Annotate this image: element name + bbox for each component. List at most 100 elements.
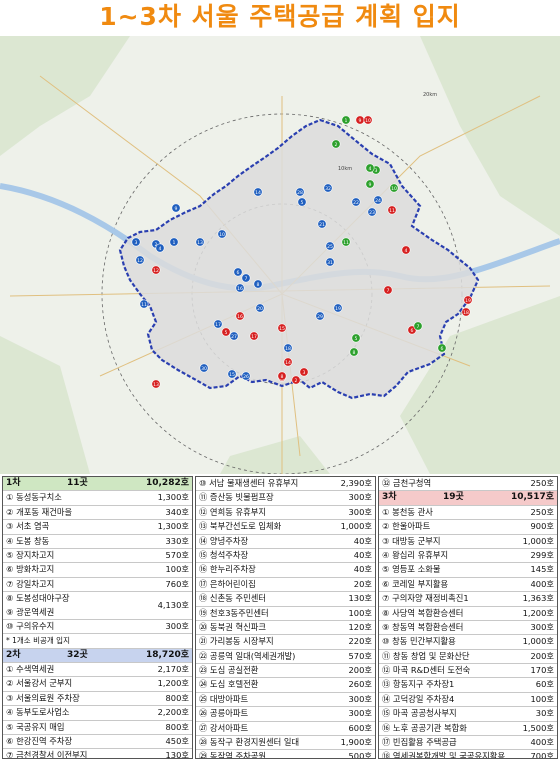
marker-label: 11 <box>343 240 349 246</box>
map-marker[interactable]: 2 <box>291 375 301 385</box>
scale-label-outer: 20km <box>423 92 437 98</box>
marker-label: 26 <box>243 374 249 380</box>
map-marker[interactable]: 19 <box>333 303 343 313</box>
map-marker[interactable]: 12 <box>151 265 161 275</box>
map-marker[interactable]: 22 <box>351 197 361 207</box>
map-marker[interactable]: 21 <box>317 219 327 229</box>
map-marker[interactable]: 13 <box>151 379 161 389</box>
map-marker[interactable]: 3 <box>299 367 309 377</box>
map-marker[interactable]: 10 <box>217 229 227 239</box>
marker-label: 8 <box>257 282 260 288</box>
marker-label: 11 <box>389 208 395 214</box>
marker-label: 11 <box>141 302 147 308</box>
map-marker[interactable]: 15 <box>227 369 237 379</box>
map-marker[interactable]: 1 <box>169 237 179 247</box>
map-marker[interactable]: 31 <box>325 257 335 267</box>
map-marker[interactable]: 4 <box>155 243 165 253</box>
map-marker[interactable]: 11 <box>139 299 149 309</box>
map-marker[interactable]: 4 <box>401 245 411 255</box>
map-marker[interactable]: 15 <box>277 323 287 333</box>
map-marker[interactable]: 9 <box>355 115 365 125</box>
map-marker[interactable]: 6 <box>437 343 447 353</box>
map-marker[interactable]: 19 <box>463 295 473 305</box>
map-marker[interactable]: 10 <box>389 183 399 193</box>
map-marker[interactable]: 10 <box>363 115 373 125</box>
map-marker[interactable]: 11 <box>387 205 397 215</box>
map-marker[interactable]: 25 <box>325 241 335 251</box>
marker-label: 31 <box>327 260 333 266</box>
phase3-name: 3차 <box>382 492 397 503</box>
item-value: 900호 <box>530 521 554 532</box>
item-label: ⑤ 영등포 소화물 <box>382 564 441 575</box>
list-item: ⑯ 노후 공공기관 복합화 1,500호 <box>379 722 557 737</box>
item-value: 1,000호 <box>522 636 554 647</box>
map-marker[interactable]: 12 <box>135 255 145 265</box>
marker-label: 9 <box>175 206 178 212</box>
marker-label: 18 <box>285 346 291 352</box>
map-marker[interactable]: 8 <box>253 279 263 289</box>
map-marker[interactable]: 27 <box>229 331 239 341</box>
map-marker[interactable]: 5 <box>221 327 231 337</box>
map-marker[interactable]: 28 <box>295 187 305 197</box>
marker-label: 15 <box>229 372 235 378</box>
map-marker[interactable]: 9 <box>365 179 375 189</box>
list-item: ⑰ 은하어린이집 20호 <box>196 578 375 593</box>
map-marker[interactable]: 3 <box>131 237 141 247</box>
map-marker[interactable]: 5 <box>297 197 307 207</box>
item-label: ⑥ 방화차고지 <box>6 564 55 575</box>
map-marker[interactable]: 16 <box>235 283 245 293</box>
map-marker[interactable]: 32 <box>323 183 333 193</box>
map-marker[interactable]: 23 <box>367 207 377 217</box>
marker-label: 24 <box>375 198 381 204</box>
item-value: 1,000호 <box>522 535 554 546</box>
map-marker[interactable]: 9 <box>171 203 181 213</box>
map-marker[interactable]: 2 <box>331 139 341 149</box>
map-marker[interactable]: 17 <box>249 331 259 341</box>
map-marker[interactable]: 24 <box>373 195 383 205</box>
seoul-map[interactable]: 1234567891011121314151617181912345678910… <box>0 36 560 474</box>
map-marker[interactable]: 1 <box>341 115 351 125</box>
table-phase2-cont: ⑩ 서남 물재생센터 유휴부지 2,390호 ⑪ 증산동 빗물펌프장 300호 ⑫ 연희… <box>195 476 376 759</box>
item-label: ㉖ 공릉아파트 <box>199 708 249 719</box>
map-marker[interactable]: 8 <box>277 371 287 381</box>
item-value: 500호 <box>348 751 372 759</box>
list-item: ① 수색역세권 2,170호 <box>3 663 192 678</box>
map-marker[interactable]: 16 <box>235 311 245 321</box>
map-marker[interactable]: 8 <box>349 347 359 357</box>
map-marker[interactable]: 7 <box>413 321 423 331</box>
item-value: 300호 <box>165 620 189 631</box>
item-label: ⑱ 신촌동 주민센터 <box>199 593 267 604</box>
map-marker[interactable]: 17 <box>213 319 223 329</box>
map-marker[interactable]: 4 <box>365 163 375 173</box>
list-item: ⑦ 금천경찰서 이전부지 130호 <box>3 749 192 758</box>
item-value: 600호 <box>348 722 372 733</box>
item-label: ④ 도봉 창동 <box>6 535 50 546</box>
map-marker[interactable]: 18 <box>283 343 293 353</box>
item-value: 145호 <box>530 564 554 575</box>
map-marker[interactable]: 18 <box>461 307 471 317</box>
map-marker[interactable]: 14 <box>283 357 293 367</box>
map-marker[interactable]: 11 <box>341 237 351 247</box>
item-value: 40호 <box>353 535 372 546</box>
marker-label: 16 <box>237 314 243 320</box>
map-marker[interactable]: 13 <box>195 237 205 247</box>
map-marker[interactable]: 26 <box>241 371 251 381</box>
marker-label: 8 <box>353 350 356 356</box>
map-marker[interactable]: 7 <box>241 273 251 283</box>
map-marker[interactable]: 30 <box>199 363 209 373</box>
item-label: ⑰ 빈집활용 주택공급 <box>382 737 457 748</box>
item-value: 570호 <box>348 650 372 661</box>
list-item: ㉘ 동작구 환경지원센터 일대 1,900호 <box>196 736 375 751</box>
marker-label: 13 <box>153 382 159 388</box>
map-marker[interactable]: 20 <box>255 303 265 313</box>
item-value: 2,390호 <box>340 478 372 488</box>
map-marker[interactable]: 7 <box>383 285 393 295</box>
map-marker[interactable]: 14 <box>253 187 263 197</box>
map-marker[interactable]: 6 <box>233 267 243 277</box>
list-item: ③ 대방동 군부지 1,000호 <box>379 535 557 549</box>
item-label: ⑫ 연희동 유휴부지 <box>199 506 267 517</box>
item-value: 120호 <box>348 621 372 632</box>
map-marker[interactable]: 5 <box>351 333 361 343</box>
marker-label: 16 <box>237 286 243 292</box>
map-marker[interactable]: 29 <box>315 311 325 321</box>
